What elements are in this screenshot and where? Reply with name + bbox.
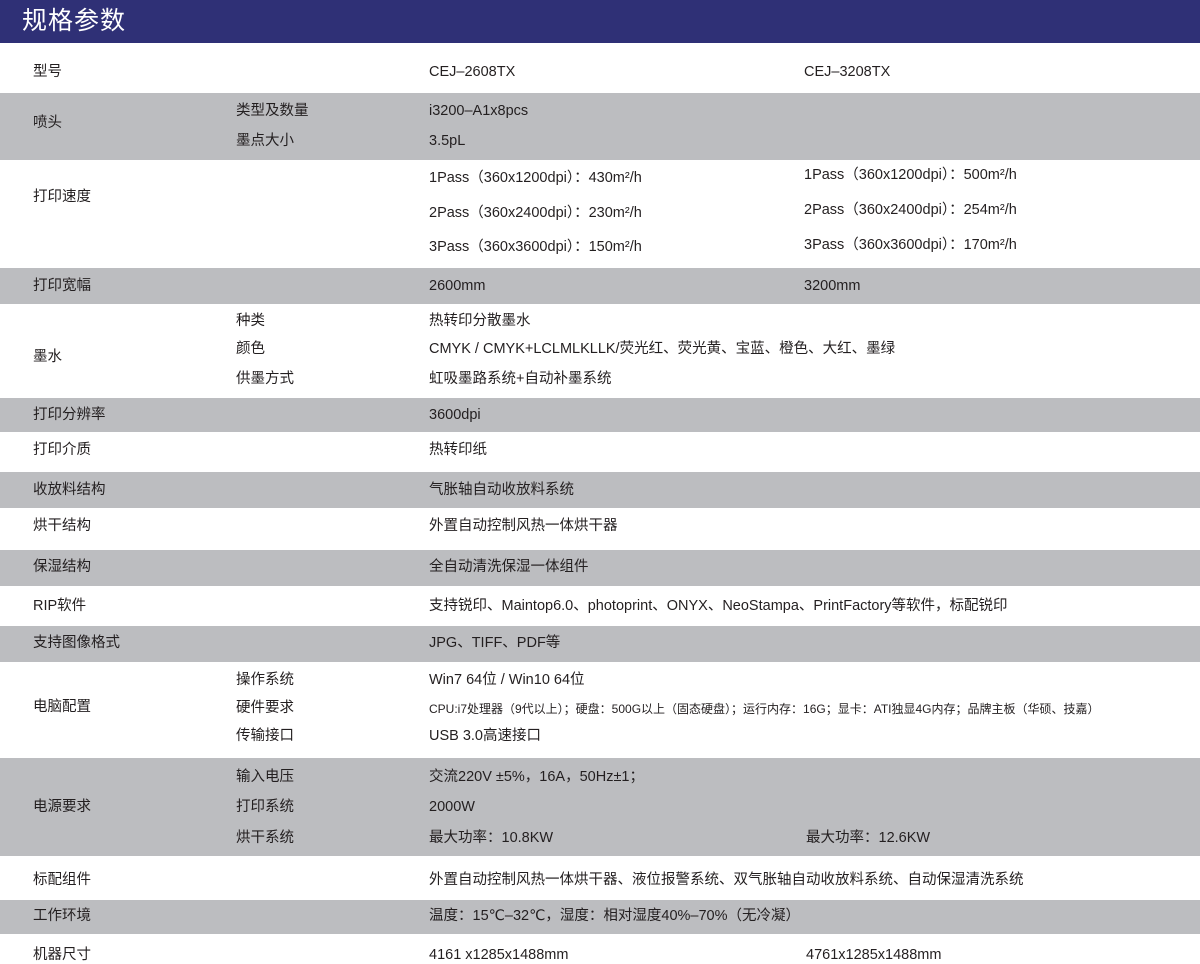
value-power-print: 2000W [429, 799, 475, 815]
value-width-2: 3200mm [804, 278, 861, 294]
value-model-1: CEJ–2608TX [429, 64, 516, 80]
value-pc-io: USB 3.0高速接口 [429, 728, 541, 744]
row-feed [0, 472, 1200, 508]
value-model-2: CEJ–3208TX [804, 64, 891, 80]
row-media [0, 432, 1200, 472]
value-dryer: 外置自动控制风热一体烘干器 [429, 518, 618, 534]
sublabel-head-drop: 墨点大小 [236, 133, 294, 149]
label-ink: 墨水 [33, 349, 62, 365]
row-resolution [0, 398, 1200, 432]
sublabel-power-print: 打印系统 [236, 799, 294, 815]
value-speed-1-pass3: 3Pass（360x3600dpi）：150m²/h [429, 239, 642, 255]
value-standard: 外置自动控制风热一体烘干器、液位报警系统、双气胀轴自动收放料系统、自动保湿清洗系… [429, 872, 1024, 888]
row-model [0, 43, 1200, 93]
value-ink-supply: 虹吸墨路系统+自动补墨系统 [429, 371, 612, 387]
value-power-dryer-2: 最大功率：12.6KW [806, 830, 931, 846]
row-width [0, 268, 1200, 304]
label-pc: 电脑配置 [33, 699, 91, 715]
value-env: 温度：15℃–32℃，湿度：相对湿度40%–70%（无冷凝） [429, 908, 800, 924]
value-speed-2-pass2: 2Pass（360x2400dpi）：254m²/h [804, 202, 1017, 218]
label-env: 工作环境 [33, 908, 91, 924]
value-head-type: i3200–A1x8pcs [429, 103, 529, 119]
value-size-2: 4761x1285x1488mm [806, 947, 942, 963]
value-pc-os: Win7 64位 / Win10 64位 [429, 672, 585, 688]
value-moist: 全自动清洗保湿一体组件 [429, 559, 589, 575]
label-media: 打印介质 [33, 442, 91, 458]
value-power-dryer-1: 最大功率：10.8KW [429, 830, 554, 846]
label-moist: 保湿结构 [33, 559, 91, 575]
row-formats [0, 626, 1200, 662]
label-dryer: 烘干结构 [33, 518, 91, 534]
sublabel-pc-hw: 硬件要求 [236, 700, 294, 716]
row-moist [0, 550, 1200, 586]
section-title: 规格参数 [22, 7, 127, 35]
label-resolution: 打印分辨率 [33, 407, 106, 423]
label-head: 喷头 [33, 115, 62, 131]
value-ink-type: 热转印分散墨水 [429, 313, 531, 329]
sublabel-pc-os: 操作系统 [236, 672, 294, 688]
value-speed-1-pass1: 1Pass（360x1200dpi）：430m²/h [429, 170, 642, 186]
sublabel-head-type: 类型及数量 [236, 103, 309, 119]
label-speed: 打印速度 [33, 189, 91, 205]
label-standard: 标配组件 [33, 872, 91, 888]
section-header: 规格参数 [0, 0, 1200, 43]
value-rip: 支持锐印、Maintop6.0、photoprint、ONYX、NeoStamp… [429, 598, 1008, 614]
value-formats: JPG、TIFF、PDF等 [429, 635, 561, 651]
value-pc-hw: CPU:i7处理器（9代以上）；硬盘：500G以上（固态硬盘）；运行内存：16G… [429, 702, 1100, 716]
row-size [0, 934, 1200, 963]
label-rip: RIP软件 [33, 598, 87, 614]
label-power: 电源要求 [33, 799, 91, 815]
sublabel-power-input: 输入电压 [236, 769, 294, 785]
value-speed-1-pass2: 2Pass（360x2400dpi）：230m²/h [429, 205, 642, 221]
row-head [0, 93, 1200, 160]
label-formats: 支持图像格式 [33, 635, 120, 651]
sublabel-ink-color: 颜色 [236, 341, 265, 357]
label-size: 机器尺寸 [33, 947, 91, 963]
sublabel-pc-io: 传输接口 [236, 728, 294, 744]
sublabel-ink-supply: 供墨方式 [236, 371, 294, 387]
value-feed: 气胀轴自动收放料系统 [429, 482, 574, 498]
value-width-1: 2600mm [429, 278, 486, 294]
value-size-1: 4161 x1285x1488mm [429, 947, 569, 963]
value-speed-2-pass1: 1Pass（360x1200dpi）：500m²/h [804, 167, 1017, 183]
value-ink-color: CMYK / CMYK+LCLMLKLLK/荧光红、荧光黄、宝蓝、橙色、大红、墨… [429, 341, 896, 357]
sublabel-power-dryer: 烘干系统 [236, 830, 294, 846]
label-model: 型号 [33, 64, 62, 80]
value-head-drop: 3.5pL [429, 133, 466, 149]
label-feed: 收放料结构 [33, 482, 106, 498]
value-speed-2-pass3: 3Pass（360x3600dpi）：170m²/h [804, 237, 1017, 253]
value-power-input: 交流220V ±5%，16A，50Hz±1； [429, 769, 644, 785]
sublabel-ink-type: 种类 [236, 313, 265, 329]
label-width: 打印宽幅 [33, 278, 91, 294]
value-resolution: 3600dpi [429, 407, 481, 423]
value-media: 热转印纸 [429, 442, 487, 458]
